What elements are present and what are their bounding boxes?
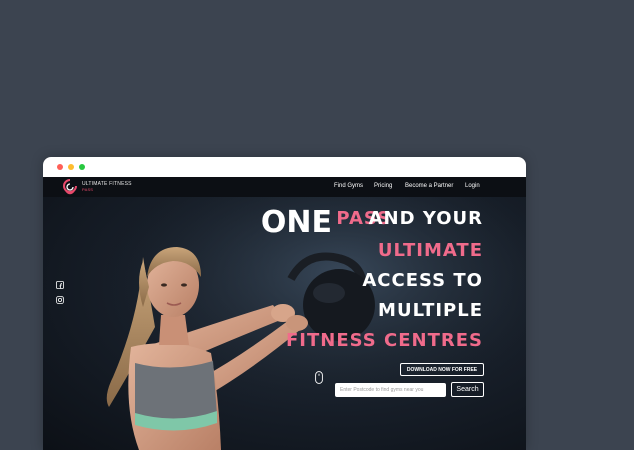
maximize-window-button[interactable] [79,164,85,170]
close-window-button[interactable] [57,164,63,170]
scroll-mouse-icon [315,371,323,384]
nav-login[interactable]: Login [465,183,480,189]
headline-ultimate: ULTIMATE [377,240,483,261]
nav-become-partner[interactable]: Become a Partner [405,183,453,189]
headline-access-to: ACCESS TO [362,270,483,291]
download-button[interactable]: DOWNLOAD NOW FOR FREE [400,363,484,376]
headline-and-your: AND YOUR [368,208,483,229]
search-button[interactable]: Search [451,382,484,397]
headline-multiple: MULTIPLE [378,300,483,321]
headline-fitness-centres: FITNESS CENTRES [286,330,483,351]
headline-one: ONE [260,205,332,240]
nav-find-gyms[interactable]: Find Gyms [334,183,363,189]
minimize-window-button[interactable] [68,164,74,170]
brand-tagline: PASS [82,187,94,192]
instagram-icon[interactable] [56,296,64,304]
browser-window: ULTIMATE FITNESS PASS Find Gyms Pricing … [43,157,526,450]
postcode-search-input[interactable] [335,383,446,397]
window-titlebar [43,157,526,177]
nav-pricing[interactable]: Pricing [374,183,392,189]
facebook-icon[interactable] [56,281,64,289]
landing-page: ULTIMATE FITNESS PASS Find Gyms Pricing … [43,177,526,450]
brand-name[interactable]: ULTIMATE FITNESS PASS [82,181,132,193]
top-navbar: ULTIMATE FITNESS PASS Find Gyms Pricing … [43,177,526,197]
brand-logo-icon[interactable] [63,179,77,196]
